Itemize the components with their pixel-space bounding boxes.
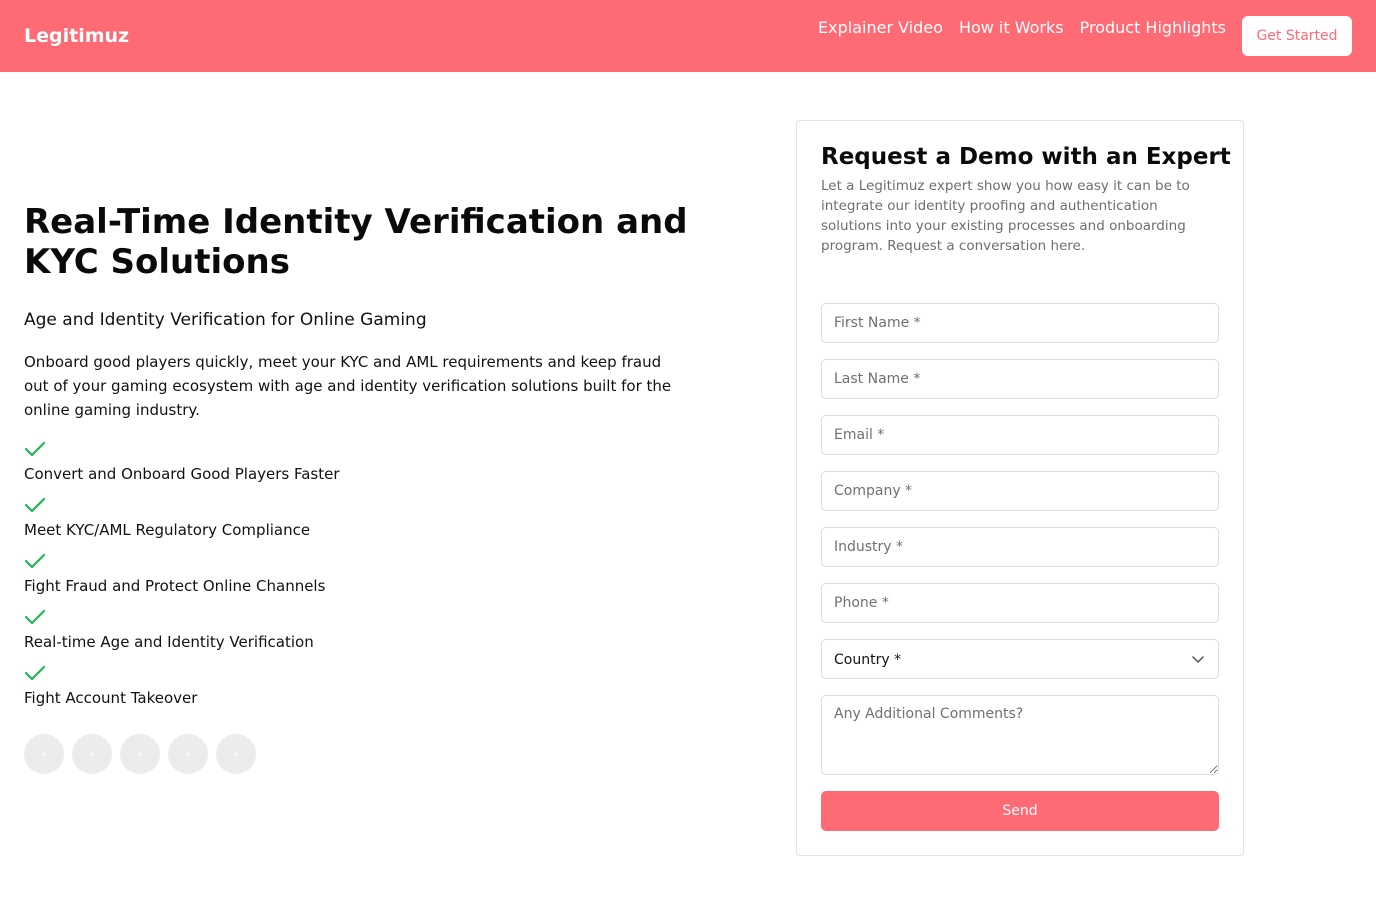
feature-text: Real-time Age and Identity Verification	[24, 633, 314, 651]
comments-textarea[interactable]	[821, 695, 1219, 775]
feature-text: Fight Account Takeover	[24, 689, 198, 707]
check-icon	[24, 497, 46, 513]
top-navbar: Legitimuz Explainer Video How it Works P…	[0, 0, 1376, 72]
form-title: Request a Demo with an Expert	[821, 144, 1231, 170]
phone-input[interactable]	[821, 583, 1219, 623]
nav-link-product-highlights[interactable]: Product Highlights	[1080, 18, 1226, 38]
nav-link-explainer-video[interactable]: Explainer Video	[818, 18, 943, 38]
social-link-5[interactable]	[216, 734, 256, 774]
last-name-input[interactable]	[821, 359, 1219, 399]
social-links	[24, 734, 256, 774]
form-description: Let a Legitimuz expert show you how easy…	[821, 178, 1190, 254]
social-link-3[interactable]	[120, 734, 160, 774]
hero-description: Onboard good players quickly, meet your …	[24, 353, 672, 419]
country-select-value: Country *	[834, 652, 902, 668]
main-nav: Explainer Video How it Works Product Hig…	[818, 18, 1226, 38]
industry-input[interactable]	[821, 527, 1219, 567]
check-icon	[24, 441, 46, 457]
hero-subtitle: Age and Identity Verification for Online…	[24, 310, 427, 330]
feature-text: Convert and Onboard Good Players Faster	[24, 465, 340, 483]
social-link-2[interactable]	[72, 734, 112, 774]
get-started-button[interactable]: Get Started	[1242, 16, 1352, 56]
check-icon	[24, 665, 46, 681]
social-link-1[interactable]	[24, 734, 64, 774]
demo-request-form: Request a Demo with an Expert Let a Legi…	[796, 120, 1244, 856]
company-input[interactable]	[821, 471, 1219, 511]
feature-text: Meet KYC/AML Regulatory Compliance	[24, 521, 311, 539]
country-select[interactable]: Country *	[821, 639, 1219, 679]
send-button[interactable]: Send	[821, 791, 1219, 831]
social-link-4[interactable]	[168, 734, 208, 774]
email-input[interactable]	[821, 415, 1219, 455]
first-name-input[interactable]	[821, 303, 1219, 343]
feature-text: Fight Fraud and Protect Online Channels	[24, 577, 326, 595]
nav-link-how-it-works[interactable]: How it Works	[959, 18, 1064, 38]
hero-title: Real-Time Identity Verification and KYC …	[24, 202, 688, 282]
brand-logo[interactable]: Legitimuz	[24, 24, 129, 48]
check-icon	[24, 609, 46, 625]
check-icon	[24, 553, 46, 569]
chevron-down-icon	[1192, 656, 1204, 663]
